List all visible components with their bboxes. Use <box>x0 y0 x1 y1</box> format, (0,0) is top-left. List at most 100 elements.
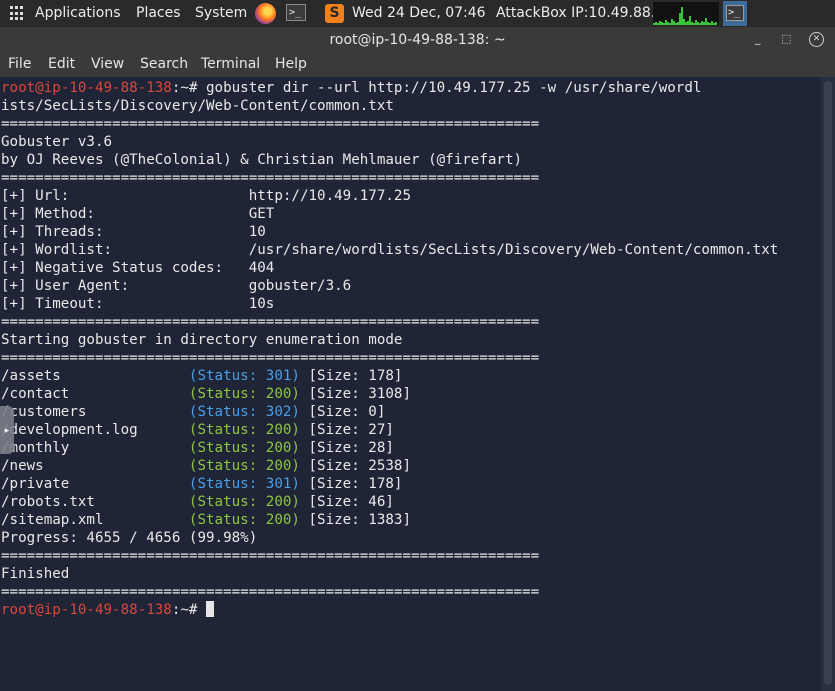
result-size: [Size: 178] <box>299 368 403 384</box>
config-line: [+] Method: GET <box>1 205 778 223</box>
separator: ========================================… <box>1 548 540 564</box>
result-path: /monthly <box>1 440 189 456</box>
result-row: /private (Status: 301) [Size: 178] <box>1 475 778 493</box>
menu-edit[interactable]: Edit <box>48 52 75 77</box>
banner-line: Gobuster v3.6 <box>1 133 778 151</box>
banner-line: by OJ Reeves (@TheColonial) & Christian … <box>1 151 778 169</box>
command-line-wrap: ists/SecLists/Discovery/Web-Content/comm… <box>1 97 778 115</box>
terminal-launcher-icon[interactable]: >_ <box>286 4 306 21</box>
result-status: (Status: 302) <box>188 404 300 420</box>
config-value: 404 <box>248 260 275 276</box>
separator-line: ========================================… <box>1 115 778 133</box>
menu-view[interactable]: View <box>91 52 124 77</box>
finished-message: Finished <box>1 566 70 582</box>
prompt-path: :~# <box>171 602 207 618</box>
config-value: 10s <box>248 296 275 312</box>
result-status: (Status: 301) <box>188 368 300 384</box>
prompt-user-host: root@ip-10-49-88-138 <box>1 602 172 618</box>
separator-line: ========================================… <box>1 313 778 331</box>
result-size: [Size: 27] <box>299 422 394 438</box>
config-key: [+] Wordlist: <box>1 242 249 258</box>
config-value: 10 <box>248 224 266 240</box>
terminal-text: root@ip-10-49-88-138:~# gobuster dir --u… <box>1 79 778 619</box>
separator: ========================================… <box>1 170 540 186</box>
result-status: (Status: 200) <box>188 422 300 438</box>
places-menu[interactable]: Places <box>136 0 181 27</box>
system-monitor-graph <box>653 2 719 25</box>
result-row: /customers (Status: 302) [Size: 0] <box>1 403 778 421</box>
terminal-scrollbar[interactable] <box>821 77 835 691</box>
command-text: # gobuster dir --url http://10.49.177.25… <box>188 80 702 96</box>
active-terminal-icon[interactable]: >_ <box>723 1 747 26</box>
status-line: Starting gobuster in directory enumerati… <box>1 331 778 349</box>
scrollbar-thumb[interactable] <box>824 81 832 685</box>
config-key: [+] Timeout: <box>1 296 249 312</box>
prompt-user-host: root@ip-10-49-88-138 <box>1 80 172 96</box>
config-value: gobuster/3.6 <box>248 278 352 294</box>
separator: ========================================… <box>1 584 540 600</box>
result-status: (Status: 200) <box>188 458 300 474</box>
menu-bar: File Edit View Search Terminal Help <box>0 52 835 77</box>
result-path: /development.log <box>1 422 189 438</box>
banner-version: Gobuster v3.6 <box>1 134 113 150</box>
config-key: [+] Negative Status codes: <box>1 260 249 276</box>
menu-search[interactable]: Search <box>140 52 188 77</box>
result-status: (Status: 200) <box>188 440 300 456</box>
result-row: /monthly (Status: 200) [Size: 28] <box>1 439 778 457</box>
sublime-text-icon[interactable]: S <box>325 4 344 23</box>
progress-line: Progress: 4655 / 4656 (99.98%) <box>1 529 778 547</box>
result-row: /assets (Status: 301) [Size: 178] <box>1 367 778 385</box>
config-key: [+] Threads: <box>1 224 249 240</box>
side-panel-handle-icon[interactable]: ▸ <box>0 406 14 454</box>
separator-line: ========================================… <box>1 349 778 367</box>
result-path: /customers <box>1 404 189 420</box>
menu-help[interactable]: Help <box>275 52 307 77</box>
minimize-button[interactable]: _ <box>755 30 761 48</box>
config-key: [+] Method: <box>1 206 249 222</box>
command-text-wrap: ists/SecLists/Discovery/Web-Content/comm… <box>1 98 394 114</box>
result-size: [Size: 28] <box>299 440 394 456</box>
config-key: [+] Url: <box>1 188 249 204</box>
config-line: [+] Timeout: 10s <box>1 295 778 313</box>
result-path: /contact <box>1 386 189 402</box>
result-size: [Size: 3108] <box>299 386 412 402</box>
result-path: /news <box>1 458 189 474</box>
separator-line: ========================================… <box>1 547 778 565</box>
result-path: /sitemap.xml <box>1 512 189 528</box>
window-titlebar[interactable]: root@ip-10-49-88-138: ~ _ ⬚ ✕ <box>0 27 835 52</box>
result-row: /contact (Status: 200) [Size: 3108] <box>1 385 778 403</box>
result-path: /robots.txt <box>1 494 189 510</box>
command-line: root@ip-10-49-88-138:~# gobuster dir --u… <box>1 79 778 97</box>
window-title: root@ip-10-49-88-138: ~ <box>329 32 506 48</box>
config-line: [+] Wordlist: /usr/share/wordlists/SecLi… <box>1 241 778 259</box>
final-prompt-line: root@ip-10-49-88-138:~# <box>1 601 778 619</box>
system-menu[interactable]: System <box>195 0 247 27</box>
applications-grid-icon[interactable] <box>10 6 25 21</box>
result-status: (Status: 200) <box>188 494 300 510</box>
result-size: [Size: 46] <box>299 494 394 510</box>
status-line: Finished <box>1 565 778 583</box>
config-value: http://10.49.177.25 <box>248 188 412 204</box>
menu-file[interactable]: File <box>8 52 31 77</box>
maximize-button[interactable]: ⬚ <box>781 30 791 48</box>
result-size: [Size: 1383] <box>299 512 412 528</box>
config-line: [+] Negative Status codes: 404 <box>1 259 778 277</box>
config-line: [+] Threads: 10 <box>1 223 778 241</box>
separator-line: ========================================… <box>1 583 778 601</box>
config-line: [+] User Agent: gobuster/3.6 <box>1 277 778 295</box>
result-row: /development.log (Status: 200) [Size: 27… <box>1 421 778 439</box>
separator: ========================================… <box>1 314 540 330</box>
panel-clock[interactable]: Wed 24 Dec, 07:46 <box>352 0 486 27</box>
applications-menu[interactable]: Applications <box>35 0 121 27</box>
prompt-path: :~ <box>171 80 189 96</box>
config-line: [+] Url: http://10.49.177.25 <box>1 187 778 205</box>
firefox-icon[interactable] <box>255 3 276 24</box>
result-row: /sitemap.xml (Status: 200) [Size: 1383] <box>1 511 778 529</box>
result-path: /private <box>1 476 189 492</box>
result-size: [Size: 0] <box>299 404 386 420</box>
terminal-output[interactable]: root@ip-10-49-88-138:~# gobuster dir --u… <box>0 77 821 691</box>
close-button[interactable]: ✕ <box>809 32 824 47</box>
result-row: /news (Status: 200) [Size: 2538] <box>1 457 778 475</box>
result-size: [Size: 2538] <box>299 458 412 474</box>
menu-terminal[interactable]: Terminal <box>201 52 260 77</box>
